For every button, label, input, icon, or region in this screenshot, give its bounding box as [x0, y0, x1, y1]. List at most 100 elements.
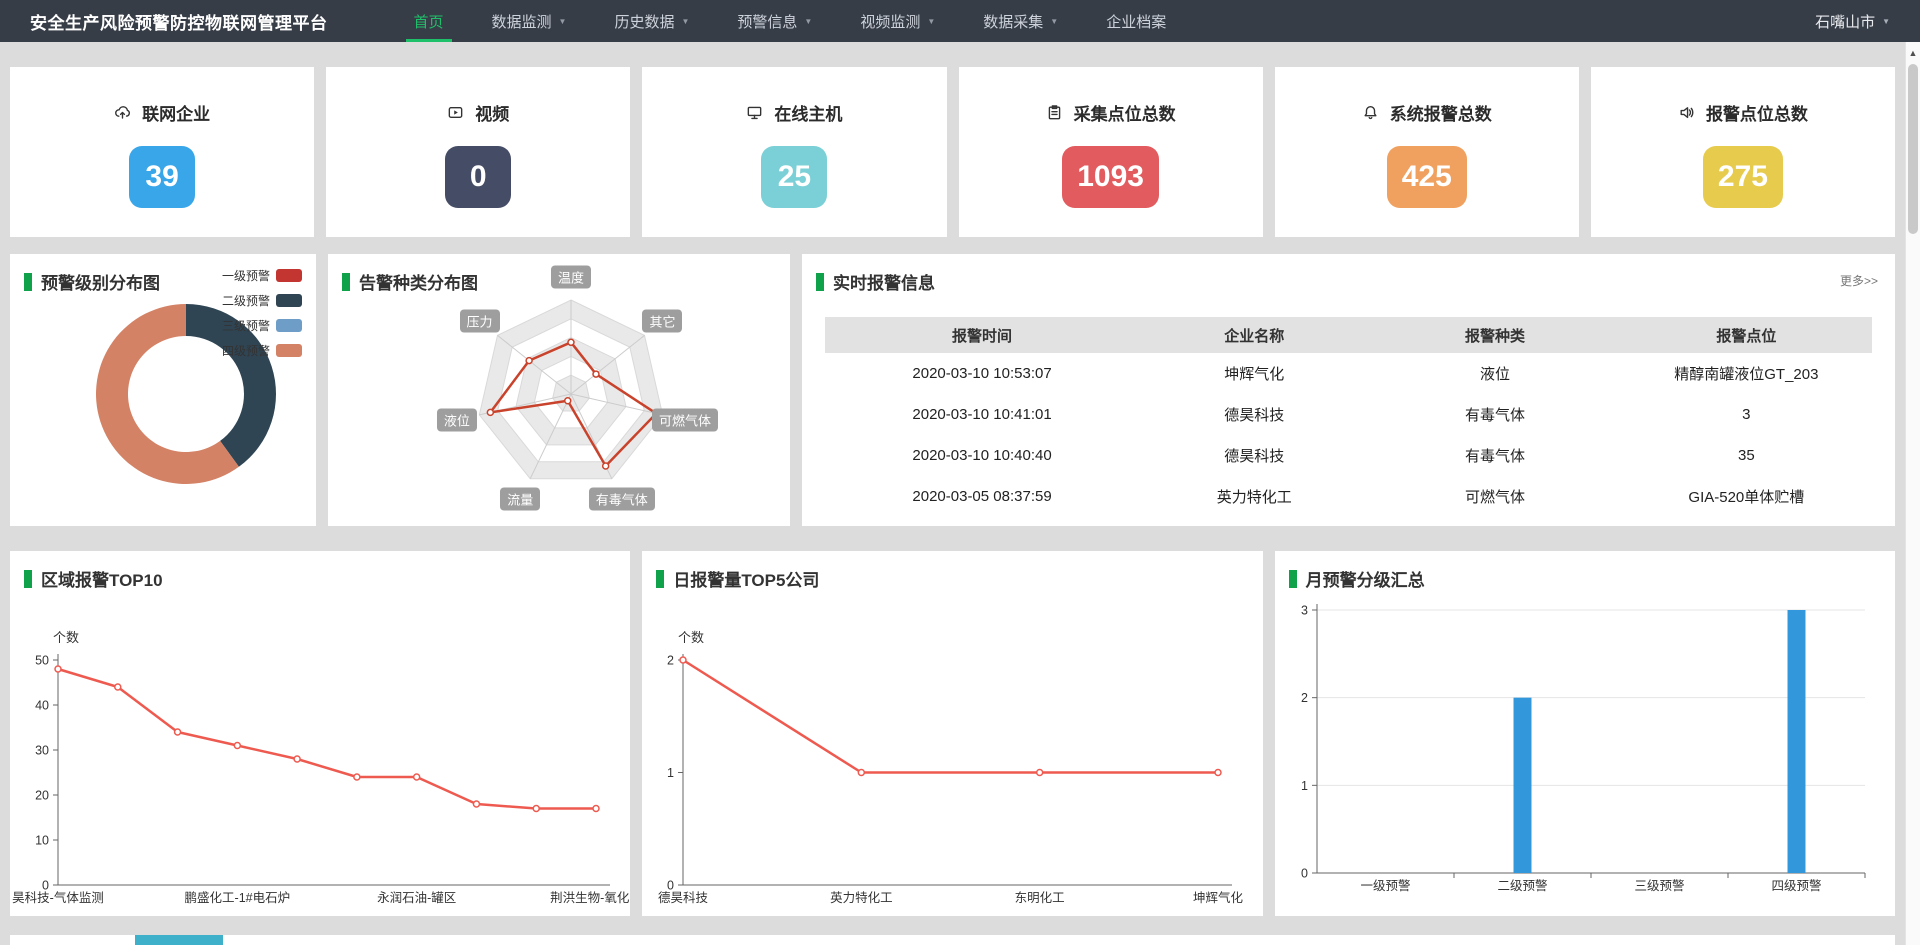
alarm-type-radar-chart [328, 254, 790, 526]
legend-label: 二级预警 [222, 292, 270, 309]
svg-text:鹏盛化工-1#电石炉: 鹏盛化工-1#电石炉 [185, 890, 291, 905]
radar-axis-label: 可燃气体 [652, 409, 718, 432]
svg-text:东明化工: 东明化工 [1015, 891, 1065, 905]
table-cell: 35 [1621, 435, 1872, 476]
table-row: 2020-03-10 10:40:40德昊科技有毒气体35 [825, 435, 1872, 476]
table-cell: 坤辉气化 [1139, 353, 1369, 394]
legend-label: 三级预警 [222, 317, 270, 334]
nav-item-4[interactable]: 视频监测▼ [836, 0, 959, 42]
table-cell: 精醇南罐液位GT_203 [1621, 353, 1872, 394]
panel-title: 区域报警TOP10 [24, 566, 163, 591]
panel-daily-top5: 日报警量TOP5公司 012个数德昊科技英力特化工东明化工坤辉气化 [642, 551, 1262, 916]
stats-row: 联网企业39视频0在线主机25采集点位总数1093系统报警总数425报警点位总数… [10, 67, 1895, 237]
title-accent-bar [342, 273, 350, 291]
table-row: 2020-03-10 10:53:07坤辉气化液位精醇南罐液位GT_203 [825, 353, 1872, 394]
stat-card: 采集点位总数1093 [959, 67, 1263, 237]
speaker-icon [1678, 104, 1695, 121]
table-cell: 德昊科技 [1139, 435, 1369, 476]
svg-text:0: 0 [1301, 867, 1308, 881]
svg-text:1: 1 [667, 766, 674, 780]
nav-item-2[interactable]: 历史数据▼ [590, 0, 713, 42]
legend-item[interactable]: 二级预警 [222, 292, 302, 309]
table-cell: 2020-03-10 10:40:40 [825, 435, 1139, 476]
stat-card: 报警点位总数275 [1591, 67, 1895, 237]
more-link[interactable]: 更多>> [1840, 272, 1878, 289]
panel-title-text: 日报警量TOP5公司 [673, 566, 819, 591]
title-accent-bar [1289, 570, 1297, 588]
table-cell: 2020-03-10 10:41:01 [825, 394, 1139, 435]
svg-text:荆洪生物-氧化反: 荆洪生物-氧化反 [550, 891, 630, 905]
nav-item-6[interactable]: 企业档案 [1082, 0, 1190, 42]
radar-axis-label: 有毒气体 [589, 488, 655, 511]
dashboard-content: 联网企业39视频0在线主机25采集点位总数1093系统报警总数425报警点位总数… [0, 42, 1905, 945]
column-header: 报警时间 [825, 317, 1139, 353]
legend-swatch [276, 269, 302, 282]
chevron-down-icon: ▼ [927, 17, 935, 26]
table-row: 2020-03-05 08:37:59英力特化工可燃气体GIA-520单体贮槽 [825, 476, 1872, 517]
nav-item-3[interactable]: 预警信息▼ [713, 0, 836, 42]
column-header: 报警种类 [1369, 317, 1620, 353]
stat-value-badge: 39 [129, 146, 195, 208]
nav-item-label: 数据采集 [983, 11, 1043, 32]
column-header: 报警点位 [1621, 317, 1872, 353]
scrollbar-thumb[interactable] [1908, 64, 1918, 234]
table-cell: 2020-03-10 10:53:07 [825, 353, 1139, 394]
stat-card-header: 采集点位总数 [1046, 100, 1176, 125]
svg-text:四级预警: 四级预警 [1771, 878, 1821, 893]
legend-label: 四级预警 [222, 342, 270, 359]
region-selector[interactable]: 石嘴山市 ▼ [1815, 11, 1890, 32]
app-title: 安全生产风险预警防控物联网管理平台 [30, 9, 328, 34]
legend-label: 一级预警 [222, 267, 270, 284]
nav-item-5[interactable]: 数据采集▼ [959, 0, 1082, 42]
panel-title-text: 区域报警TOP10 [41, 566, 163, 591]
legend-item[interactable]: 三级预警 [222, 317, 302, 334]
column-header: 企业名称 [1139, 317, 1369, 353]
stat-label: 报警点位总数 [1706, 100, 1808, 125]
panel-region-top10: 区域报警TOP10 01020304050个数昊科技-气体监测鹏盛化工-1#电石… [10, 551, 630, 916]
svg-text:昊科技-气体监测: 昊科技-气体监测 [12, 890, 104, 905]
radar-axis-label: 液位 [437, 409, 477, 432]
chevron-down-icon: ▼ [804, 17, 812, 26]
vertical-scrollbar[interactable]: ▲ [1905, 42, 1920, 945]
stat-value-badge: 25 [761, 146, 827, 208]
stat-label: 系统报警总数 [1390, 100, 1492, 125]
title-accent-bar [24, 273, 32, 291]
region-top10-line-chart: 01020304050个数昊科技-气体监测鹏盛化工-1#电石炉永润石油-罐区荆洪… [10, 551, 630, 916]
legend-item[interactable]: 一级预警 [222, 267, 302, 284]
table-cell: 可燃气体 [1369, 476, 1620, 517]
panel-title-text: 月预警分级汇总 [1306, 566, 1425, 591]
monthly-levels-bar-chart: 0123一级预警二级预警三级预警四级预警 [1275, 551, 1895, 916]
stat-card-header: 在线主机 [746, 100, 842, 125]
svg-text:永润石油-罐区: 永润石油-罐区 [377, 891, 456, 905]
nav-item-1[interactable]: 数据监测▼ [468, 0, 591, 42]
nav-item-label: 历史数据 [614, 11, 674, 32]
stat-label: 视频 [475, 100, 509, 125]
table-cell: 有毒气体 [1369, 394, 1620, 435]
radar-axis-label: 温度 [551, 266, 591, 289]
svg-text:一级预警: 一级预警 [1360, 878, 1410, 893]
stat-value-badge: 425 [1387, 146, 1467, 208]
panel-monthly-levels: 月预警分级汇总 0123一级预警二级预警三级预警四级预警 [1275, 551, 1895, 916]
table-cell: 3 [1621, 394, 1872, 435]
pie-legend: 一级预警二级预警三级预警四级预警 [222, 267, 302, 367]
svg-text:30: 30 [35, 744, 49, 758]
panel-title: 预警级别分布图 [24, 269, 160, 294]
cloud-upload-icon [114, 104, 131, 121]
legend-item[interactable]: 四级预警 [222, 342, 302, 359]
svg-text:三级预警: 三级预警 [1634, 878, 1684, 893]
monitor-icon [746, 104, 763, 121]
legend-swatch [276, 344, 302, 357]
scroll-up-arrow-icon[interactable]: ▲ [1906, 48, 1920, 58]
svg-text:个数: 个数 [53, 630, 79, 645]
table-header: 报警时间企业名称报警种类报警点位 [825, 317, 1872, 353]
nav-item-label: 首页 [414, 11, 444, 32]
table-cell: 2020-03-05 08:37:59 [825, 476, 1139, 517]
radar-axis-label: 流量 [500, 488, 540, 511]
svg-text:20: 20 [35, 789, 49, 803]
bell-icon [1362, 104, 1379, 121]
svg-text:2: 2 [1301, 691, 1308, 705]
svg-text:1: 1 [1301, 779, 1308, 793]
svg-text:10: 10 [35, 834, 49, 848]
nav-item-home[interactable]: 首页 [390, 0, 468, 42]
title-accent-bar [656, 570, 664, 588]
